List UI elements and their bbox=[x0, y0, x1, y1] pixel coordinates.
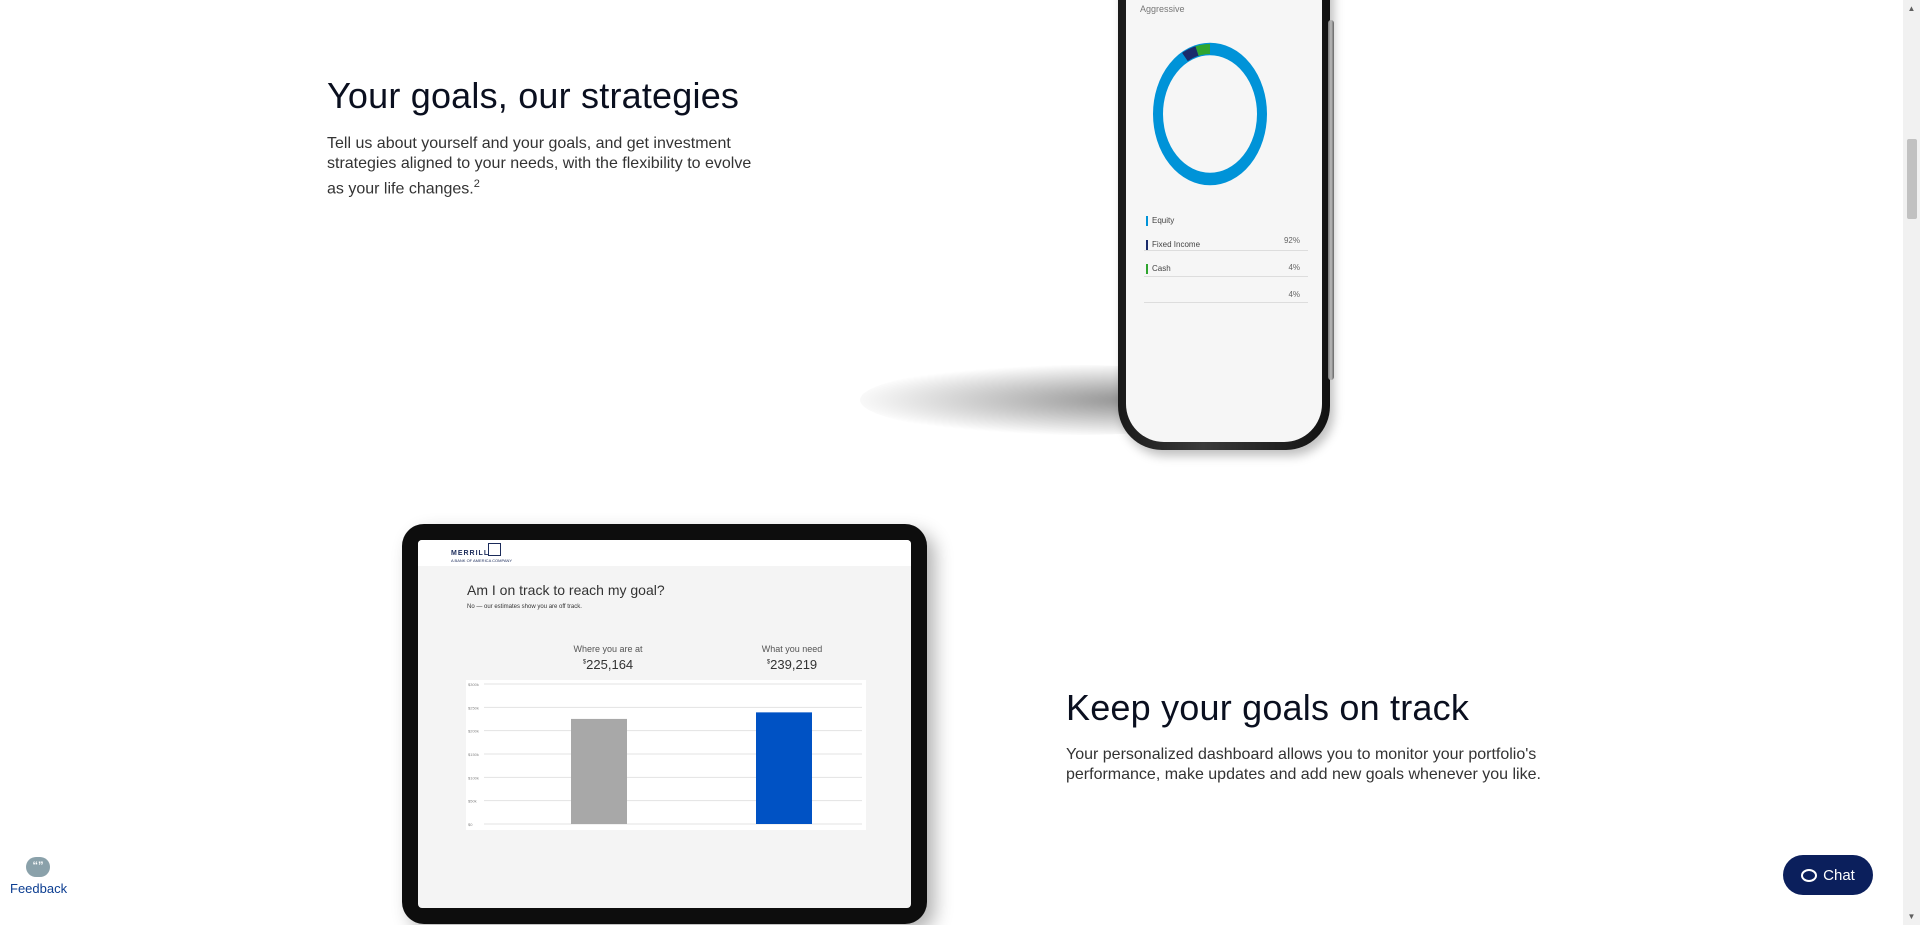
risk-profile-label: Aggressive bbox=[1140, 4, 1185, 14]
donut-segment-cash bbox=[1195, 44, 1211, 56]
tablet-app-header: MERRILL A BANK OF AMERICA COMPANY bbox=[418, 540, 911, 566]
legend-equity: Equity bbox=[1146, 216, 1174, 226]
merrill-logo-sub: A BANK OF AMERICA COMPANY bbox=[451, 558, 513, 563]
legend-fixed-income-label: Fixed Income bbox=[1152, 240, 1201, 250]
tablet-mockup: MERRILL A BANK OF AMERICA COMPANY Am I o… bbox=[402, 524, 927, 924]
page-scrollbar[interactable]: ▲ ▼ bbox=[1903, 0, 1920, 925]
chat-button[interactable]: Chat bbox=[1783, 855, 1873, 895]
legend-fixed-income: Fixed Income bbox=[1146, 240, 1200, 250]
goal-track-answer: No — our estimates show you are off trac… bbox=[467, 604, 582, 610]
donut-segment-fixed-income bbox=[1182, 46, 1199, 62]
chat-bubble-icon bbox=[1801, 868, 1818, 882]
legend-equity-value: 92% bbox=[1283, 236, 1300, 245]
legend-cash-label: Cash bbox=[1152, 264, 1171, 274]
what-you-need-amount: 239,219 bbox=[770, 657, 818, 672]
bull-logo-icon bbox=[488, 543, 501, 556]
scroll-up-arrow-icon[interactable]: ▲ bbox=[1903, 0, 1920, 17]
chart-bar-what-you-need bbox=[756, 712, 812, 824]
goal-bar-chart-svg: $0 $50k $100k $150k $200k $250k $300k bbox=[468, 682, 862, 827]
legend-divider bbox=[1144, 276, 1308, 277]
goal-bar-chart: $0 $50k $100k $150k $200k $250k $300k bbox=[466, 680, 866, 830]
chart-y-tick-label: $200k bbox=[468, 729, 479, 734]
chart-y-tick-label: $0 bbox=[468, 822, 473, 827]
legend-divider bbox=[1144, 302, 1308, 303]
chat-label: Chat bbox=[1823, 866, 1855, 884]
chart-y-tick-label: $50k bbox=[468, 799, 477, 804]
what-you-need-label: What you need bbox=[761, 644, 823, 654]
merrill-logo: MERRILL bbox=[451, 550, 490, 557]
phone-screen: Aggressive Equity 92% Fixed Income 4% Ca… bbox=[1126, 0, 1322, 442]
goal-track-question: Am I on track to reach my goal? bbox=[467, 582, 665, 598]
legend-fixed-income-swatch bbox=[1146, 240, 1148, 250]
where-you-are-label: Where you are at bbox=[573, 644, 643, 654]
allocation-donut-chart bbox=[1153, 42, 1267, 186]
footnote-ref[interactable]: 2 bbox=[474, 178, 480, 190]
section-body-track: Your personalized dashboard allows you t… bbox=[1066, 746, 1541, 783]
legend-divider bbox=[1144, 250, 1308, 251]
chart-bar-where-you-are bbox=[571, 718, 627, 824]
chart-y-tick-label: $150k bbox=[468, 752, 479, 757]
phone-mockup: Aggressive Equity 92% Fixed Income 4% Ca… bbox=[1118, 0, 1334, 450]
scrollbar-thumb[interactable] bbox=[1907, 139, 1917, 219]
chart-y-tick-label: $100k bbox=[468, 775, 479, 780]
legend-equity-label: Equity bbox=[1152, 216, 1175, 226]
chart-y-tick-label: $300k bbox=[468, 682, 479, 687]
where-you-are-value: $225,164 bbox=[548, 657, 668, 672]
scroll-down-arrow-icon[interactable]: ▼ bbox=[1903, 908, 1920, 925]
strategies-text: Tell us about yourself and your goals, a… bbox=[327, 135, 752, 198]
where-you-are-amount: 225,164 bbox=[586, 657, 634, 672]
what-you-need-value: $239,219 bbox=[732, 657, 852, 672]
legend-cash: Cash bbox=[1146, 264, 1171, 274]
legend-cash-swatch bbox=[1146, 264, 1148, 274]
tablet-screen: MERRILL A BANK OF AMERICA COMPANY Am I o… bbox=[418, 540, 911, 908]
legend-cash-value: 4% bbox=[1288, 290, 1300, 299]
section-heading-track: Keep your goals on track bbox=[1066, 687, 1470, 728]
feedback-link[interactable]: Feedback bbox=[10, 881, 67, 896]
section-heading-strategies: Your goals, our strategies bbox=[327, 75, 740, 116]
legend-equity-swatch bbox=[1146, 216, 1148, 226]
feedback-quote-icon[interactable]: “” bbox=[26, 857, 50, 877]
section-body-strategies: Tell us about yourself and your goals, a… bbox=[327, 134, 757, 199]
phone-side-button bbox=[1328, 20, 1334, 380]
chart-y-tick-label: $250k bbox=[468, 705, 479, 710]
legend-fixed-income-value: 4% bbox=[1288, 263, 1300, 272]
